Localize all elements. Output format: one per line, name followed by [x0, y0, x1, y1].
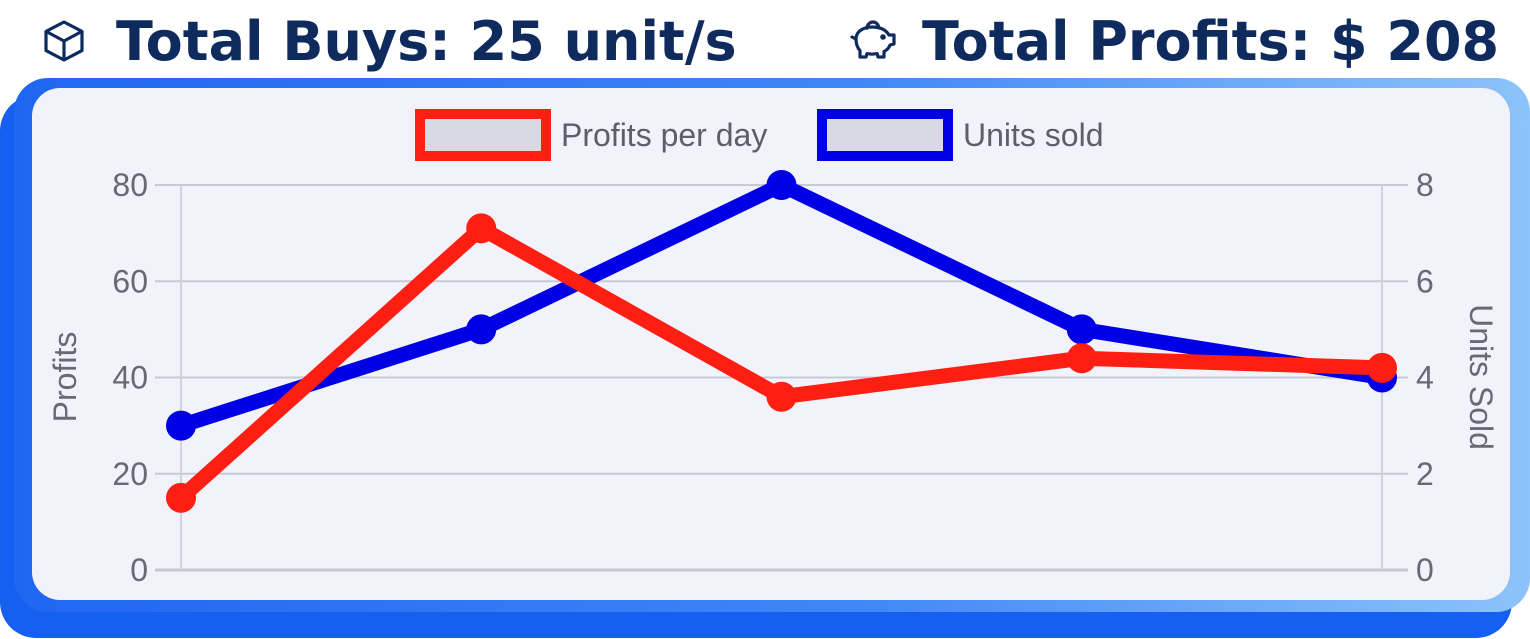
data-point[interactable] — [466, 213, 497, 244]
data-point[interactable] — [466, 314, 497, 345]
right-axis-title: Units Sold — [1463, 304, 1499, 450]
legend-label-units[interactable]: Units sold — [963, 117, 1104, 153]
right-axis-tick-label: 6 — [1416, 263, 1434, 299]
left-axis-tick-label: 20 — [112, 456, 148, 492]
left-axis-tick-label: 60 — [112, 263, 148, 299]
chart-legend: Profits per day Units sold — [415, 109, 1104, 161]
data-point[interactable] — [166, 482, 196, 513]
data-point[interactable] — [1066, 314, 1097, 345]
data-point[interactable] — [766, 381, 797, 412]
left-axis-tick-label: 40 — [112, 360, 148, 396]
series-layer — [166, 170, 1397, 513]
right-axis-tick-label: 8 — [1416, 167, 1434, 203]
data-point[interactable] — [166, 410, 196, 441]
right-axis-ticks: 8 6 4 2 0 — [1416, 167, 1434, 588]
legend-label-profits[interactable]: Profits per day — [561, 117, 767, 153]
left-axis-tick-label: 80 — [112, 167, 148, 203]
right-axis-tick-label: 0 — [1416, 552, 1434, 588]
right-axis-tick-label: 2 — [1416, 456, 1434, 492]
line-chart: 806040200 86420 Profits Units Sold Profi… — [47, 109, 1499, 588]
right-axis-tick-label: 4 — [1416, 360, 1434, 396]
left-axis-ticks: 80 60 40 20 0 — [112, 167, 148, 588]
data-point[interactable] — [1066, 343, 1097, 374]
left-axis-title: Profits — [47, 332, 83, 423]
left-axis-tick-label: 0 — [130, 552, 148, 588]
data-point[interactable] — [1367, 352, 1397, 383]
legend-swatch-units[interactable] — [817, 109, 953, 161]
data-point[interactable] — [766, 170, 797, 200]
series-profits — [166, 213, 1397, 513]
legend-swatch-profits[interactable] — [415, 109, 551, 161]
